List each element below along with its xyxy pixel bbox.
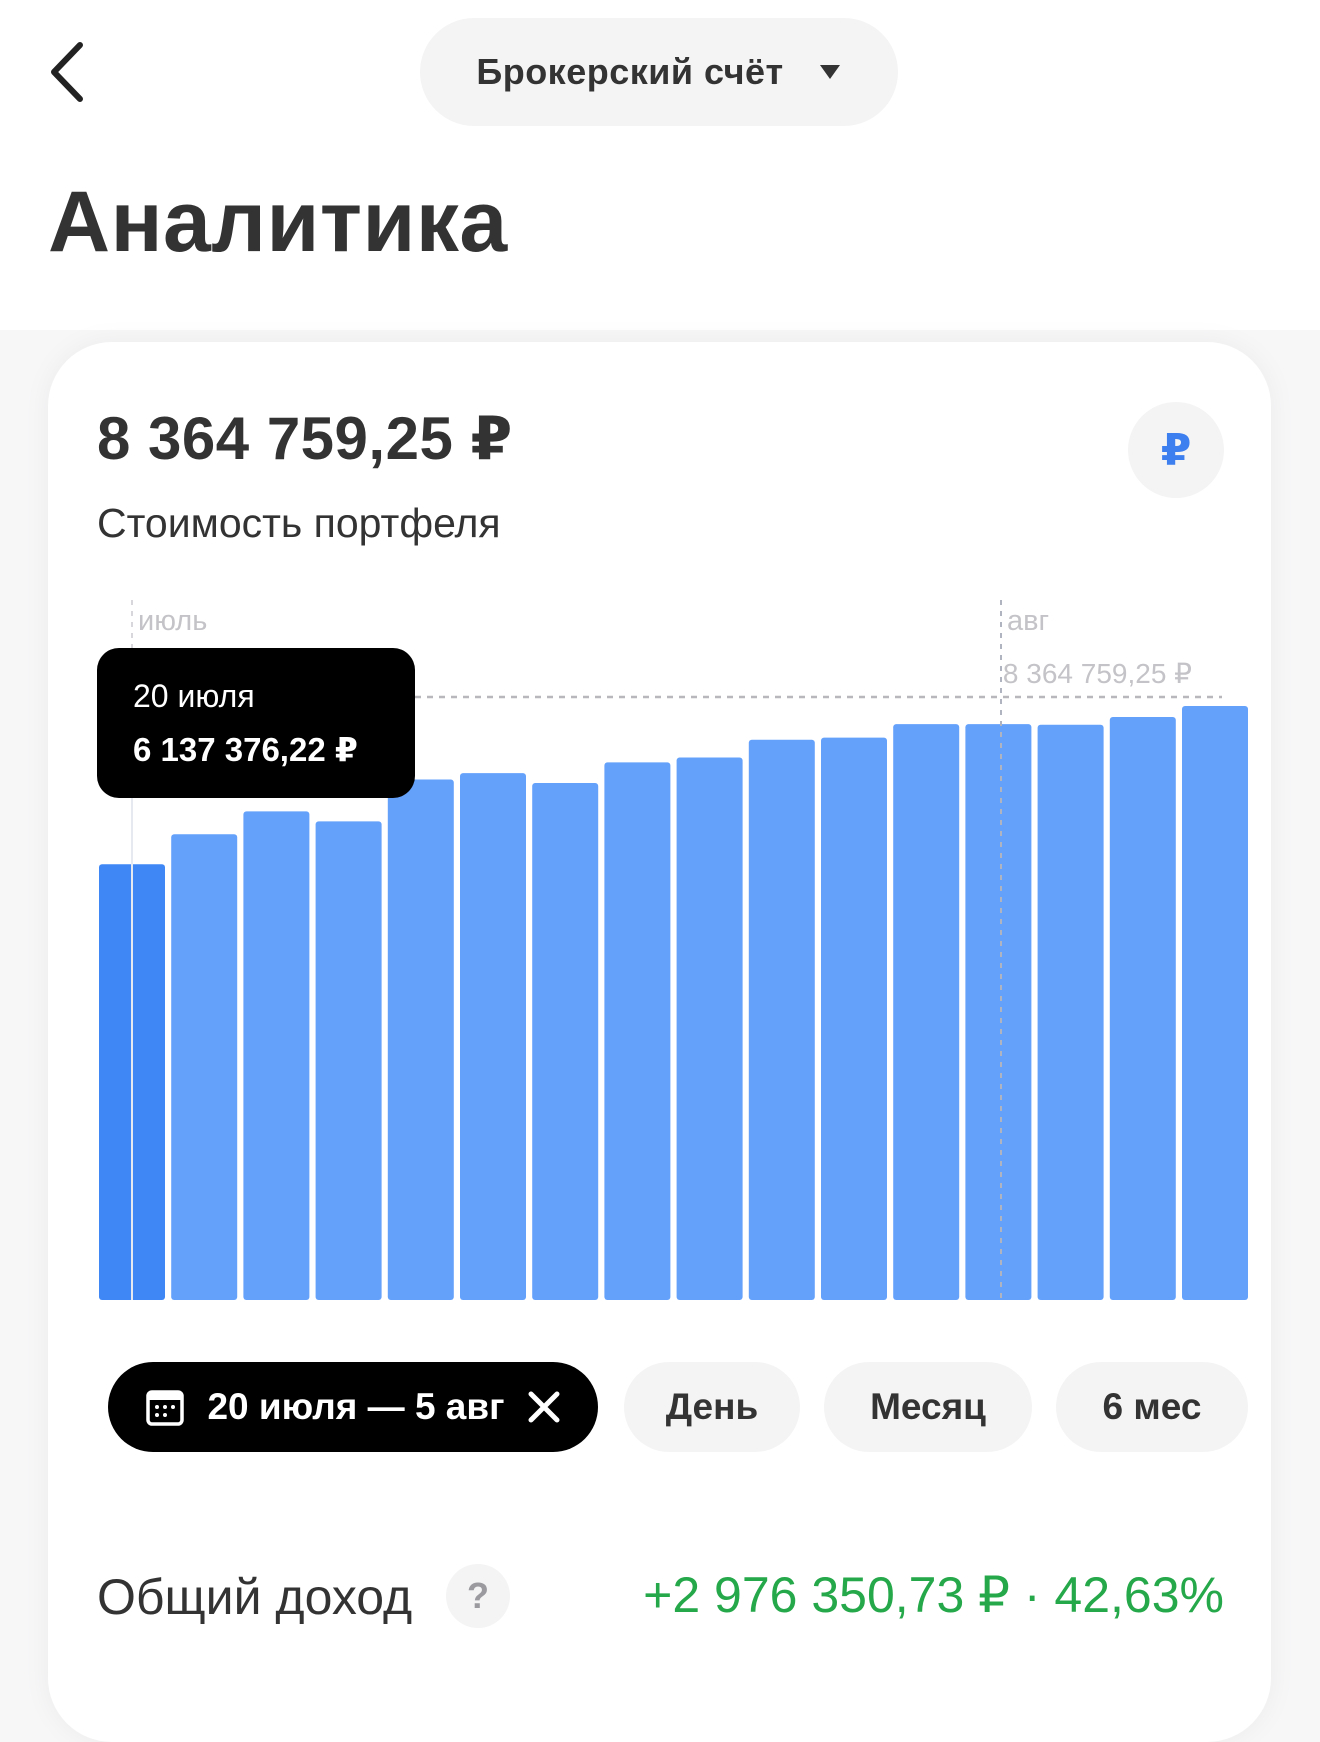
page-title: Аналитика xyxy=(48,174,508,270)
back-button[interactable] xyxy=(36,36,96,108)
chart-bar[interactable] xyxy=(604,762,671,1300)
currency-toggle-button[interactable]: ₽ xyxy=(1128,402,1224,498)
account-selector-label: Брокерский счёт xyxy=(476,51,784,92)
chart-bar[interactable] xyxy=(460,773,526,1300)
chart-bar[interactable] xyxy=(1037,724,1104,1300)
chart-x-label: июль xyxy=(138,605,207,637)
period-6-months-chip[interactable]: 6 мес xyxy=(1056,1362,1248,1452)
chart-bar[interactable] xyxy=(532,783,599,1300)
chart-bar[interactable] xyxy=(821,737,887,1300)
period-month-chip[interactable]: Месяц xyxy=(824,1362,1032,1452)
help-icon[interactable]: ? xyxy=(446,1564,510,1628)
chart-x-label: авг xyxy=(1007,605,1049,637)
total-income-value: +2 976 350,73 ₽ · 42,63% xyxy=(643,1567,1224,1623)
chart-bar[interactable] xyxy=(315,821,382,1300)
chart-reference-label: 8 364 759,25 ₽ xyxy=(1003,658,1192,689)
period-day-chip[interactable]: День xyxy=(624,1362,800,1452)
chart-tooltip: 20 июля 6 137 376,22 ₽ xyxy=(97,648,415,798)
chart-bar[interactable] xyxy=(965,724,1032,1300)
portfolio-value: 8 364 759,25 ₽ xyxy=(97,405,513,472)
date-range-chip[interactable]: 20 июля — 5 авг xyxy=(108,1362,598,1452)
caret-down-icon xyxy=(819,65,840,79)
tooltip-value: 6 137 376,22 ₽ xyxy=(133,731,358,768)
portfolio-value-label: Стоимость портфеля xyxy=(97,500,501,546)
chart-bar[interactable] xyxy=(387,779,454,1301)
close-icon[interactable] xyxy=(527,1390,561,1424)
calendar-icon xyxy=(146,1390,185,1426)
tooltip-date: 20 июля xyxy=(133,678,255,714)
chart-bar[interactable] xyxy=(1182,706,1248,1300)
chart-bar[interactable] xyxy=(893,724,960,1300)
chart-bar[interactable] xyxy=(243,811,310,1300)
chart-bar[interactable] xyxy=(1109,717,1176,1300)
account-selector[interactable]: Брокерский счёт xyxy=(420,18,898,126)
chart-bar[interactable] xyxy=(171,834,238,1300)
chart-bar[interactable] xyxy=(748,739,815,1300)
date-range-label: 20 июля — 5 авг xyxy=(207,1386,505,1427)
total-income-label: Общий доход xyxy=(97,1569,413,1625)
chart-bar[interactable] xyxy=(676,757,743,1301)
chevron-left-icon xyxy=(51,42,83,102)
